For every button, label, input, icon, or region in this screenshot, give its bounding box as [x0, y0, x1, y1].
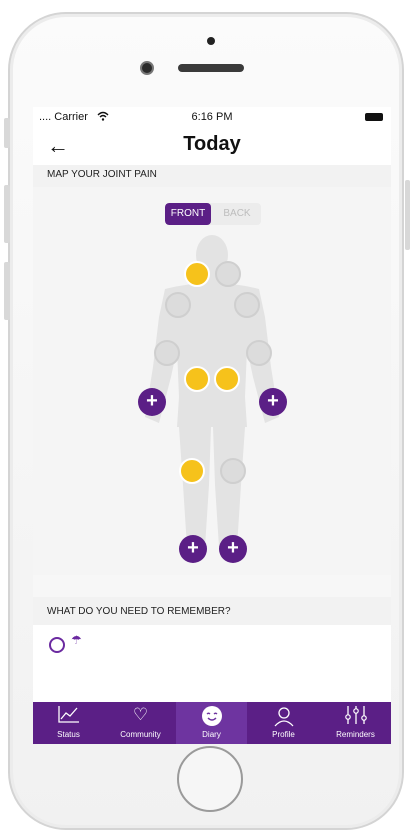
sliders-icon	[345, 706, 367, 724]
remember-section[interactable]: ☂	[33, 625, 391, 702]
tab-reminders-label: Reminders	[336, 730, 375, 739]
battery-icon	[365, 113, 383, 121]
tab-status-label: Status	[57, 730, 80, 739]
mute-switch	[4, 118, 10, 148]
page-title: Today	[183, 133, 241, 155]
app-screen: .... Carrier 6:16 PM ← Today MAP YOUR JO…	[33, 107, 391, 744]
power-button	[405, 180, 410, 250]
tab-profile-label: Profile	[272, 730, 295, 739]
add-left-hand-button[interactable]: +	[259, 388, 287, 416]
joint-right-knee[interactable]	[179, 458, 205, 484]
back-toggle-button[interactable]: BACK	[213, 203, 261, 225]
smiley-icon	[202, 706, 222, 726]
status-bar: .... Carrier 6:16 PM	[33, 107, 391, 127]
handshake-heart-icon: ♡	[132, 705, 149, 724]
proximity-sensor	[207, 37, 215, 45]
home-button[interactable]	[177, 746, 243, 812]
chart-icon	[58, 706, 79, 723]
joint-left-shoulder[interactable]	[234, 292, 260, 318]
add-right-hand-button[interactable]: +	[138, 388, 166, 416]
remember-header: WHAT DO YOU NEED TO REMEMBER?	[33, 597, 391, 625]
volume-up-button	[4, 185, 10, 243]
tab-community[interactable]: ♡ Community	[105, 702, 176, 744]
tab-community-label: Community	[120, 730, 161, 739]
tab-bar: Status ♡ Community Diary Profile Reminde…	[33, 702, 391, 744]
umbrella-icon[interactable]: ☂	[71, 633, 82, 647]
nav-bar: ← Today	[33, 127, 391, 166]
circle-q-icon[interactable]	[49, 637, 65, 653]
person-icon	[274, 707, 294, 727]
remember-header-label: WHAT DO YOU NEED TO REMEMBER?	[47, 606, 231, 617]
body-silhouette	[145, 235, 279, 547]
joint-right-hip[interactable]	[184, 366, 210, 392]
tab-status[interactable]: Status	[33, 702, 104, 744]
add-left-foot-button[interactable]: +	[219, 535, 247, 563]
front-toggle-button[interactable]: FRONT	[165, 203, 211, 225]
tab-profile[interactable]: Profile	[248, 702, 319, 744]
tab-reminders[interactable]: Reminders	[320, 702, 391, 744]
tab-diary[interactable]: Diary	[176, 702, 247, 744]
joint-left-knee[interactable]	[220, 458, 246, 484]
joint-right-jaw[interactable]	[184, 261, 210, 287]
joint-left-jaw[interactable]	[215, 261, 241, 287]
clock: 6:16 PM	[191, 111, 233, 123]
joint-right-elbow[interactable]	[154, 340, 180, 366]
front-camera	[140, 61, 154, 75]
joint-left-elbow[interactable]	[246, 340, 272, 366]
front-back-toggle: FRONT BACK	[165, 203, 261, 225]
add-right-foot-button[interactable]: +	[179, 535, 207, 563]
joint-map-header-label: MAP YOUR JOINT PAIN	[47, 169, 157, 180]
earpiece-speaker	[178, 64, 244, 72]
joint-right-shoulder[interactable]	[165, 292, 191, 318]
tab-diary-label: Diary	[202, 730, 221, 739]
volume-down-button	[4, 262, 10, 320]
joint-map-header: MAP YOUR JOINT PAIN	[33, 165, 391, 187]
joint-left-hip[interactable]	[214, 366, 240, 392]
